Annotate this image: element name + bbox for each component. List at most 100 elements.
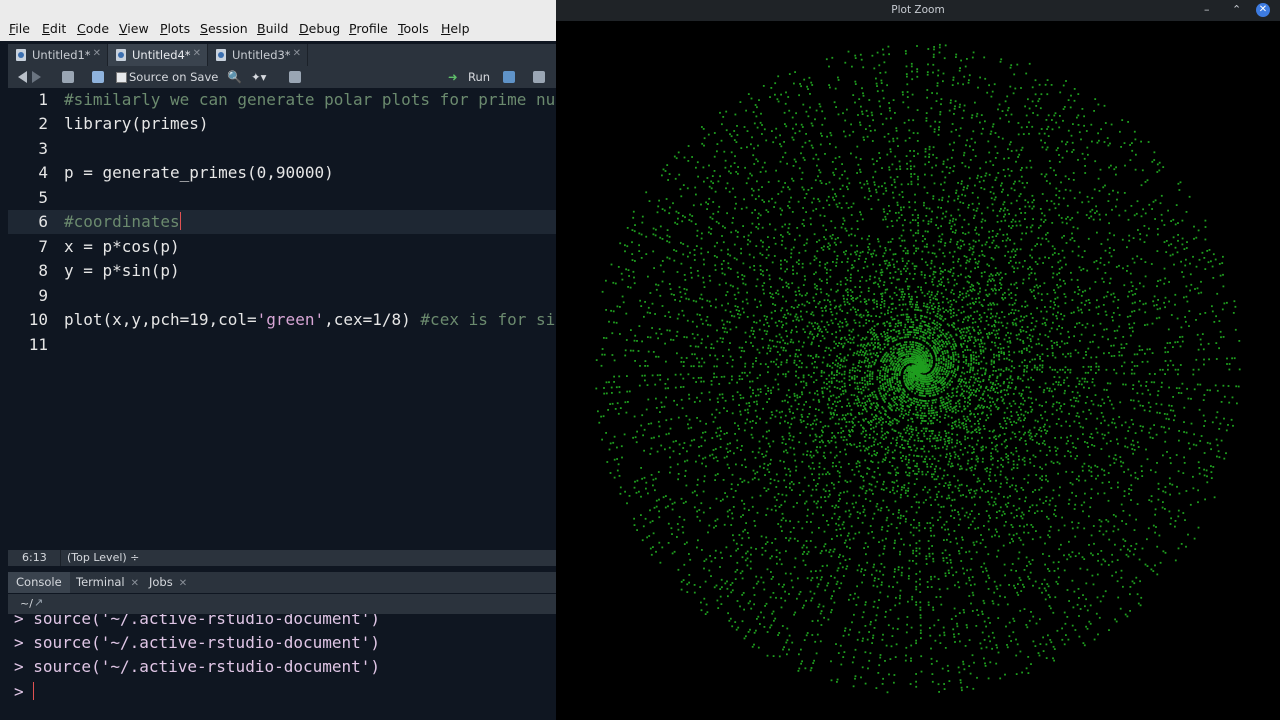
scatter-point: [871, 378, 874, 380]
minimize-icon[interactable]: –: [1204, 3, 1210, 16]
console-prompt[interactable]: >: [14, 682, 35, 701]
working-directory[interactable]: ~/: [20, 597, 33, 610]
back-arrow-icon[interactable]: [18, 71, 27, 83]
menu-help[interactable]: Help: [441, 21, 470, 36]
rerun-icon[interactable]: [503, 71, 515, 83]
scatter-point: [996, 398, 999, 400]
scatter-point: [872, 493, 874, 495]
scatter-point: [893, 266, 896, 268]
go-to-directory-icon[interactable]: ↗: [34, 596, 43, 609]
scatter-point: [1023, 316, 1026, 319]
tab-jobs[interactable]: Jobs ✕: [141, 572, 195, 593]
scope-selector[interactable]: (Top Level) ÷: [67, 551, 139, 564]
scatter-point: [943, 244, 946, 247]
close-icon[interactable]: ✕: [179, 578, 187, 589]
scatter-point: [792, 412, 794, 414]
scatter-point: [852, 306, 855, 309]
menu-tools[interactable]: Tools: [398, 21, 429, 36]
tab-untitled1[interactable]: Untitled1* ✕: [8, 44, 108, 66]
scatter-point: [905, 355, 908, 358]
console-output[interactable]: > source('~/.active-rstudio-document') >…: [8, 614, 556, 714]
menu-build[interactable]: Build: [257, 21, 288, 36]
save-icon[interactable]: [92, 71, 104, 83]
scatter-point: [1022, 342, 1025, 344]
scatter-point: [841, 261, 843, 263]
scatter-point: [920, 314, 922, 317]
scatter-point: [898, 420, 900, 423]
scatter-point: [936, 290, 939, 293]
forward-arrow-icon[interactable]: [32, 71, 41, 83]
menu-plots[interactable]: Plots: [160, 21, 190, 36]
scatter-point: [1041, 371, 1043, 373]
scatter-point: [903, 380, 906, 383]
scatter-point: [1054, 368, 1056, 371]
scatter-point: [1010, 410, 1012, 413]
close-icon[interactable]: ✕: [193, 48, 201, 59]
menu-debug[interactable]: Debug: [299, 21, 340, 36]
scatter-point: [972, 389, 975, 391]
scatter-point: [901, 260, 904, 262]
scatter-point: [964, 447, 966, 449]
scatter-point: [962, 494, 964, 496]
close-icon[interactable]: ✕: [293, 48, 301, 59]
scatter-point: [921, 250, 924, 253]
code-editor[interactable]: 1 #similarly we can generate polar plots …: [8, 88, 556, 550]
scatter-point: [1041, 417, 1044, 420]
tab-untitled4[interactable]: Untitled4* ✕: [108, 44, 208, 66]
scatter-point: [835, 331, 837, 334]
scatter-point: [816, 366, 818, 369]
maximize-icon[interactable]: ⌃: [1232, 3, 1241, 16]
scatter-point: [887, 446, 889, 449]
menu-code[interactable]: Code: [77, 21, 109, 36]
source-icon[interactable]: [533, 71, 545, 83]
show-in-window-icon[interactable]: [62, 71, 74, 83]
scatter-point: [1055, 453, 1058, 456]
scatter-point: [971, 520, 974, 523]
menu-file[interactable]: File: [9, 21, 30, 36]
scatter-point: [884, 453, 887, 456]
scatter-point: [789, 474, 791, 477]
scatter-point: [928, 488, 931, 491]
code-tools-icon[interactable]: ✦▾: [251, 70, 266, 84]
scatter-point: [1050, 340, 1053, 342]
scatter-point: [850, 525, 853, 528]
scatter-point: [950, 364, 952, 367]
scatter-point: [1036, 441, 1038, 444]
menu-view[interactable]: View: [119, 21, 149, 36]
scatter-point: [812, 337, 815, 340]
search-icon[interactable]: 🔍: [227, 70, 242, 84]
scatter-point: [879, 344, 881, 346]
menu-profile[interactable]: Profile: [349, 21, 388, 36]
scatter-point: [1015, 447, 1017, 449]
tab-console[interactable]: Console: [8, 572, 70, 593]
scatter-point: [1019, 320, 1022, 323]
scatter-point: [1082, 366, 1085, 368]
scatter-point: [816, 451, 819, 454]
scatter-point: [766, 352, 769, 355]
scatter-point: [991, 397, 994, 400]
scatter-point: [1011, 378, 1014, 381]
close-icon[interactable]: ✕: [131, 578, 139, 589]
scatter-point: [775, 292, 777, 294]
scatter-point: [921, 291, 924, 294]
tab-terminal[interactable]: Terminal ✕: [68, 572, 147, 593]
scatter-point: [856, 220, 859, 222]
menu-bar: File Edit Code View Plots Session Build …: [0, 0, 556, 41]
close-window-icon[interactable]: ✕: [1256, 3, 1270, 17]
scatter-point: [885, 259, 888, 262]
run-button[interactable]: Run: [468, 70, 490, 84]
compile-report-icon[interactable]: [289, 71, 301, 83]
scatter-point: [821, 335, 824, 337]
menu-session[interactable]: Session: [200, 21, 248, 36]
scatter-point: [825, 383, 828, 385]
tab-untitled3[interactable]: Untitled3* ✕: [208, 44, 308, 66]
scatter-point: [936, 346, 939, 349]
close-icon[interactable]: ✕: [93, 48, 101, 59]
source-on-save-checkbox[interactable]: [116, 72, 127, 83]
scatter-point: [829, 451, 832, 454]
scatter-point: [962, 422, 964, 424]
scatter-point: [815, 502, 818, 505]
scatter-point: [877, 404, 880, 407]
menu-edit[interactable]: Edit: [42, 21, 66, 36]
scatter-point: [972, 451, 975, 454]
